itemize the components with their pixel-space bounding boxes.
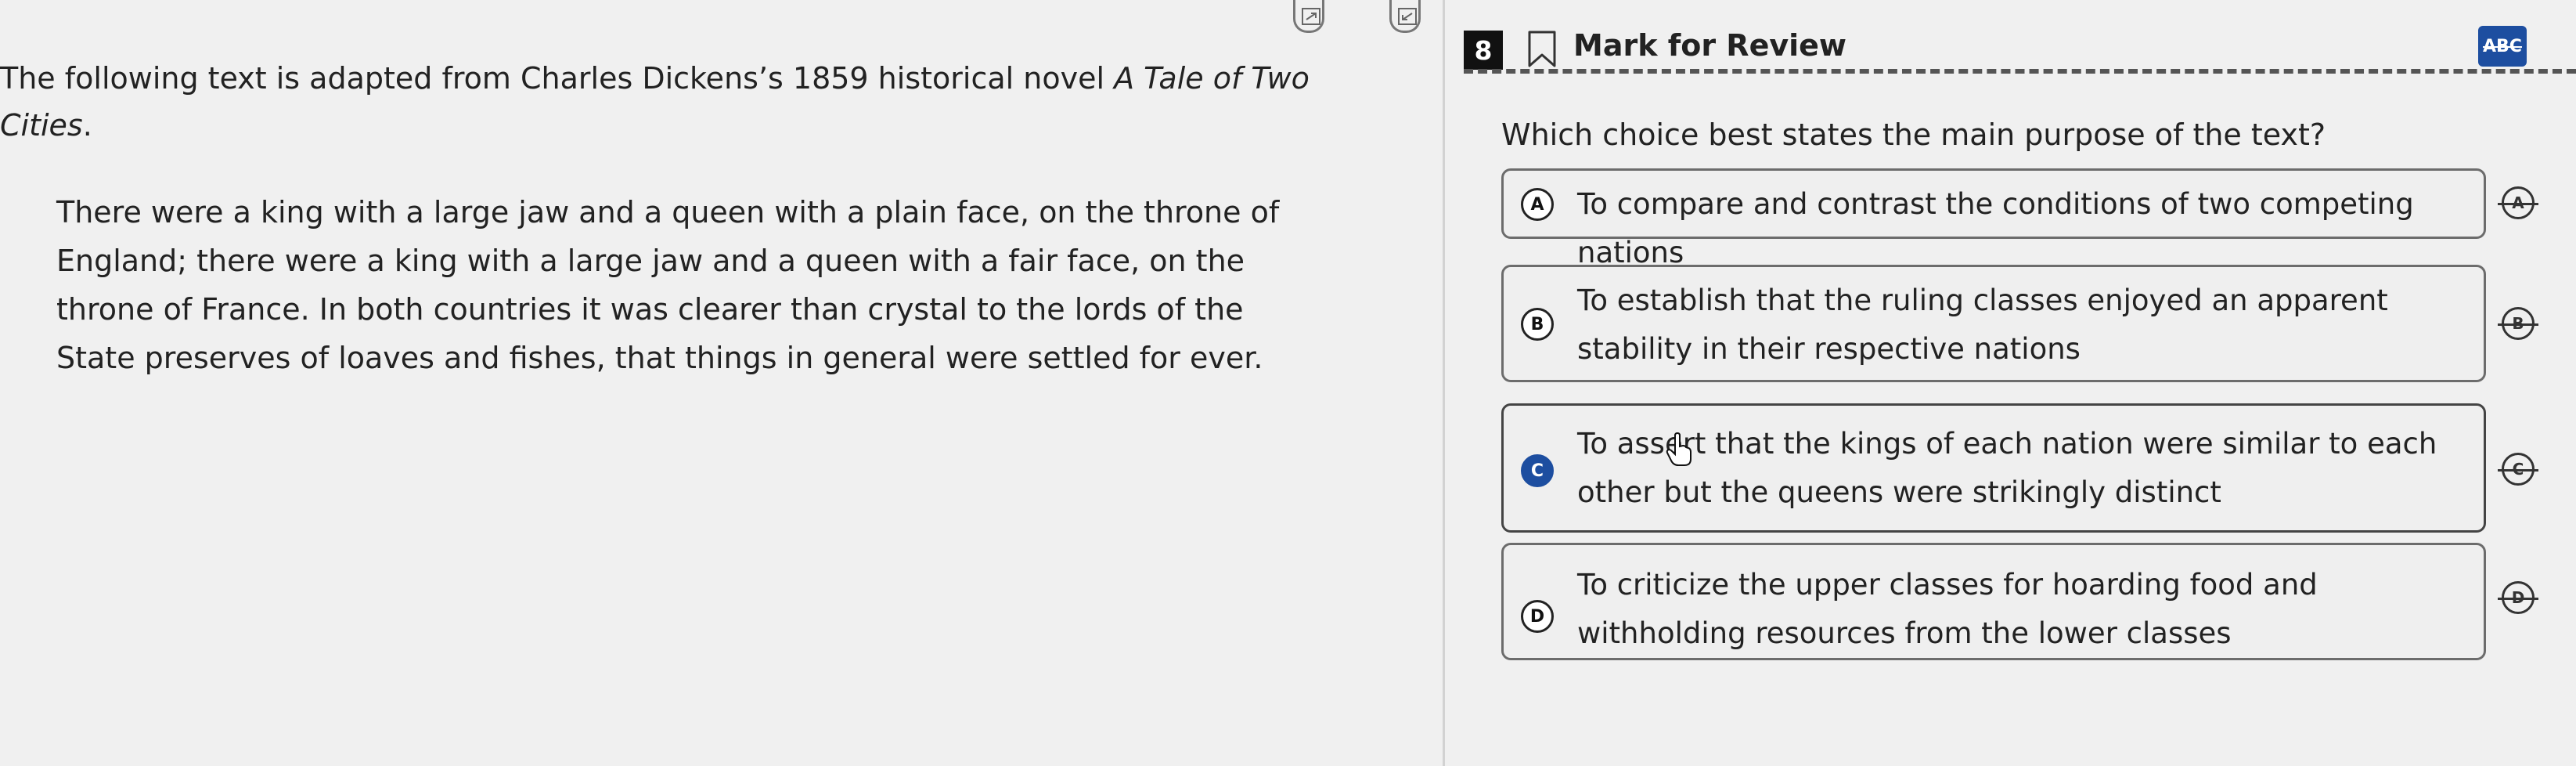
choice-d-text: To criticize the upper classes for hoard… [1577,568,2318,650]
passage-intro: The following text is adapted from Charl… [0,61,1310,143]
choice-a-text: To compare and contrast the conditions o… [1577,187,2414,269]
abc-eliminator-label: ABC [2483,36,2522,56]
passage-text: There were a king with a large jaw and a… [56,195,1280,375]
choice-b-text: To establish that the ruling classes enj… [1577,284,2388,366]
mark-for-review-button[interactable]: Mark for Review [1573,28,1846,63]
choice-a[interactable]: A To compare and contrast the conditions… [1501,168,2486,269]
expand-icon[interactable] [1293,0,1324,33]
strike-b-icon[interactable]: B [2498,307,2538,340]
pane-divider[interactable] [1443,0,1445,766]
header-divider [1464,69,2576,74]
choice-c[interactable]: C To assert that the kings of each natio… [1501,403,2486,533]
choice-b[interactable]: B To establish that the ruling classes e… [1501,265,2486,382]
strike-d-icon[interactable]: D [2498,581,2538,614]
bookmark-icon[interactable] [1526,30,1558,72]
choice-d[interactable]: D To criticize the upper classes for hoa… [1501,543,2486,660]
choice-c-text: To assert that the kings of each nation … [1577,427,2437,509]
choice-c-letter: C [1521,454,1554,487]
hand-cursor-icon [1666,432,1692,470]
question-prompt: Which choice best states the main purpos… [1501,117,2326,152]
collapse-icon[interactable] [1389,0,1421,33]
choice-a-letter: A [1521,188,1554,221]
choice-d-letter: D [1521,600,1554,633]
question-number: 8 [1464,31,1503,70]
choice-b-letter: B [1521,308,1554,341]
strike-c-icon[interactable]: C [2498,453,2538,486]
strike-a-icon[interactable]: A [2498,186,2538,219]
abc-eliminator-button[interactable]: ABC [2478,26,2527,67]
